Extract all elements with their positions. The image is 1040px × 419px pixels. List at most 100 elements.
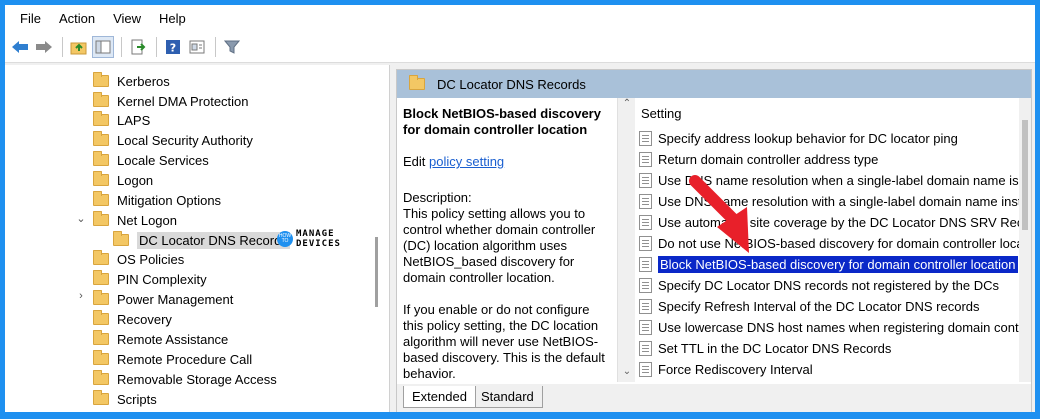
back-icon[interactable] xyxy=(9,36,31,58)
policy-setting-icon xyxy=(639,130,652,146)
policy-setting-icon xyxy=(639,256,652,272)
tree-item-logon[interactable]: Logon xyxy=(93,170,153,190)
folder-icon xyxy=(93,92,109,107)
policy-setting-icon xyxy=(639,340,652,356)
description-scrollbar[interactable]: ⌃ ⌄ xyxy=(617,98,635,382)
menu-file[interactable]: File xyxy=(11,11,50,26)
tree-item-pin-complexity[interactable]: PIN Complexity xyxy=(93,269,207,289)
tree-item-scripts[interactable]: Scripts xyxy=(93,389,157,409)
tree-item-label: Kerberos xyxy=(117,73,170,89)
tree-item-recovery[interactable]: Recovery xyxy=(93,309,172,329)
toolbar-separator xyxy=(62,36,63,57)
setting-row[interactable]: Specify DC Locator DNS records not regis… xyxy=(639,275,1019,295)
filter-icon[interactable] xyxy=(221,36,243,58)
tree-item-label: PIN Complexity xyxy=(117,271,207,287)
setting-row[interactable]: Return domain controller address type xyxy=(639,149,1019,169)
tree-item-locale-services[interactable]: Locale Services xyxy=(93,150,209,170)
show-hide-tree-icon[interactable] xyxy=(92,35,114,58)
tree-item-label: LAPS xyxy=(117,112,151,128)
tree-item-remote-procedure-call[interactable]: Remote Procedure Call xyxy=(93,349,252,369)
setting-label: Force Rediscovery Interval xyxy=(658,361,813,377)
edit-policy-link[interactable]: policy setting xyxy=(429,154,504,169)
properties-icon[interactable] xyxy=(186,36,208,58)
folder-icon xyxy=(93,250,109,265)
scroll-up-icon[interactable]: ⌃ xyxy=(618,98,636,114)
policy-setting-icon xyxy=(639,298,652,314)
policy-setting-icon xyxy=(639,235,652,251)
toolbar-separator xyxy=(121,36,122,57)
tree-item-power-management[interactable]: Power Management xyxy=(93,289,233,309)
setting-label: Return domain controller address type xyxy=(658,151,879,167)
folder-icon xyxy=(93,310,109,325)
policy-setting-icon xyxy=(639,151,652,167)
setting-row[interactable]: Use lowercase DNS host names when regist… xyxy=(639,317,1019,337)
tree-item-label: Recovery xyxy=(117,311,172,327)
folder-icon xyxy=(93,131,109,146)
folder-icon xyxy=(93,151,109,166)
folder-icon xyxy=(113,231,129,246)
description-label: Description: xyxy=(403,190,472,205)
tree-item-kernel-dma-protection[interactable]: Kernel DMA Protection xyxy=(93,91,249,111)
setting-row[interactable]: Force Rediscovery Interval xyxy=(639,359,1019,379)
folder-icon xyxy=(93,111,109,126)
folder-icon xyxy=(93,72,109,87)
red-arrow-annotation xyxy=(689,175,749,253)
setting-row[interactable]: Specify address lookup behavior for DC l… xyxy=(639,128,1019,148)
tree-item-os-policies[interactable]: OS Policies xyxy=(93,249,184,269)
tree-item-label: Logon xyxy=(117,172,154,188)
logo-line-1: MANAGE xyxy=(296,229,335,239)
tree-item-dc-locator-dns-records[interactable]: DC Locator DNS Records xyxy=(113,230,290,250)
tree-item-label: Locale Services xyxy=(117,152,209,168)
policy-setting-icon xyxy=(639,172,652,188)
forward-icon[interactable] xyxy=(33,36,55,58)
logo-text: MANAGE DEVICES xyxy=(296,229,341,249)
folder-icon xyxy=(93,270,109,285)
details-header-title: DC Locator DNS Records xyxy=(437,76,586,92)
policy-setting-icon xyxy=(639,277,652,293)
description-paragraph-1: This policy setting allows you to contro… xyxy=(403,206,596,285)
tree-item-label: Mitigation Options xyxy=(117,192,222,208)
tree-item-removable-storage-access[interactable]: Removable Storage Access xyxy=(93,369,277,389)
tree-item-label: Removable Storage Access xyxy=(117,371,277,387)
folder-icon xyxy=(93,390,109,405)
folder-icon xyxy=(93,290,109,305)
logo-circle: HOW TO xyxy=(277,231,293,247)
tab-standard[interactable]: Standard xyxy=(473,386,543,408)
folder-icon xyxy=(93,171,109,186)
tree-item-label: Kernel DMA Protection xyxy=(117,93,249,109)
tree-item-local-security-authority[interactable]: Local Security Authority xyxy=(93,130,253,150)
menu-view[interactable]: View xyxy=(104,11,150,26)
export-list-icon[interactable] xyxy=(127,36,149,58)
column-header-setting[interactable]: Setting xyxy=(641,106,681,121)
tree-item-net-logon[interactable]: Net Logon xyxy=(93,210,177,230)
folder-icon xyxy=(409,75,425,90)
policy-setting-icon xyxy=(639,214,652,230)
tree-item-label: Power Management xyxy=(117,291,234,307)
toolbar-separator xyxy=(156,36,157,57)
collapse-chevron-icon[interactable]: ⌄ xyxy=(75,212,87,225)
up-folder-icon[interactable] xyxy=(68,36,90,58)
tree-item-remote-assistance[interactable]: Remote Assistance xyxy=(93,329,228,349)
policy-setting-icon xyxy=(639,361,652,377)
toolbar: ? xyxy=(5,31,1035,63)
tree-item-label: Scripts xyxy=(117,391,157,407)
view-tabs: Extended Standard xyxy=(397,384,1031,412)
logo-line-2: DEVICES xyxy=(296,239,341,249)
svg-text:?: ? xyxy=(170,41,176,54)
menu-action[interactable]: Action xyxy=(50,11,104,26)
setting-row[interactable]: Set TTL in the DC Locator DNS Records xyxy=(639,338,1019,358)
tree-item-kerberos[interactable]: Kerberos xyxy=(93,71,170,91)
tree-item-laps[interactable]: LAPS xyxy=(93,110,150,130)
tree-scrollbar[interactable] xyxy=(375,237,378,307)
tree-item-mitigation-options[interactable]: Mitigation Options xyxy=(93,190,221,210)
help-icon[interactable]: ? xyxy=(162,36,184,58)
tab-extended[interactable]: Extended xyxy=(403,386,476,408)
scrollbar-thumb[interactable] xyxy=(1022,120,1028,230)
expand-chevron-icon[interactable]: › xyxy=(75,290,87,302)
scroll-down-icon[interactable]: ⌄ xyxy=(618,366,636,382)
settings-scrollbar[interactable] xyxy=(1019,98,1031,382)
edit-line: Edit policy setting xyxy=(403,154,609,170)
tree-item-label: Local Security Authority xyxy=(117,132,253,148)
menu-help[interactable]: Help xyxy=(150,11,195,26)
setting-row[interactable]: Specify Refresh Interval of the DC Locat… xyxy=(639,296,1019,316)
